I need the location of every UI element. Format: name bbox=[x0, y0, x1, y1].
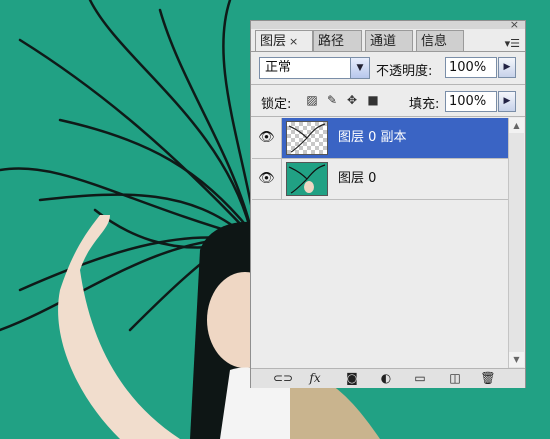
blend-mode-value: 正常 bbox=[265, 60, 292, 75]
trash-icon[interactable]: 🗑 bbox=[479, 371, 497, 386]
layers-list: 👁 图层 0 副本 👁 图层 0 bbox=[252, 118, 508, 368]
adjustment-icon[interactable]: ◐ bbox=[377, 371, 395, 386]
fill-label: 填充: bbox=[409, 97, 440, 112]
fill-field[interactable]: 100% bbox=[445, 91, 497, 112]
opacity-field[interactable]: 100% bbox=[445, 57, 497, 78]
panel-titlebar[interactable] bbox=[251, 21, 525, 29]
eye-icon[interactable]: 👁 bbox=[252, 118, 282, 158]
opacity-label: 不透明度: bbox=[376, 64, 433, 79]
layer-thumbnail bbox=[286, 162, 328, 196]
opacity-value: 100% bbox=[449, 60, 487, 75]
divider bbox=[251, 84, 525, 85]
lock-paint-icon[interactable]: ✎ bbox=[325, 93, 339, 107]
divider bbox=[251, 116, 525, 117]
layers-panel: × 图层 × 路径 通道 信息 ▾☰ 正常 ▼ 不透明度: 100% ▶ 锁定: … bbox=[250, 19, 526, 388]
eye-icon[interactable]: 👁 bbox=[252, 159, 282, 199]
chevron-down-icon[interactable]: ▼ bbox=[350, 58, 369, 78]
blend-mode-select[interactable]: 正常 ▼ bbox=[259, 57, 370, 79]
lock-position-icon[interactable]: ✥ bbox=[345, 93, 359, 107]
tab-close-icon[interactable]: × bbox=[289, 35, 298, 48]
panel-close-button[interactable]: × bbox=[510, 19, 519, 31]
tab-paths-label: 路径 bbox=[318, 34, 345, 49]
panel-menu-icon[interactable]: ▾☰ bbox=[505, 37, 520, 50]
panel-footer: ⊂⊃ fx ◙ ◐ ▭ ◫ 🗑 bbox=[251, 368, 525, 388]
fill-slider-button[interactable]: ▶ bbox=[498, 91, 516, 112]
opacity-slider-button[interactable]: ▶ bbox=[498, 57, 516, 78]
layer-row[interactable]: 👁 图层 0 bbox=[252, 159, 508, 200]
new-layer-icon[interactable]: ◫ bbox=[446, 371, 464, 386]
mask-icon[interactable]: ◙ bbox=[343, 371, 361, 386]
layer-name[interactable]: 图层 0 bbox=[338, 159, 376, 199]
tab-channels-label: 通道 bbox=[370, 34, 397, 49]
layer-name[interactable]: 图层 0 副本 bbox=[338, 118, 407, 158]
tab-channels[interactable]: 通道 bbox=[365, 30, 413, 51]
folder-icon[interactable]: ▭ bbox=[411, 371, 429, 386]
fx-icon[interactable]: fx bbox=[306, 371, 324, 386]
lock-transparent-icon[interactable]: ▨ bbox=[305, 93, 319, 107]
scroll-up-icon[interactable]: ▲ bbox=[509, 118, 524, 133]
tab-info-label: 信息 bbox=[421, 34, 448, 49]
link-icon[interactable]: ⊂⊃ bbox=[273, 371, 293, 386]
tab-layers-label: 图层 bbox=[260, 34, 287, 49]
layer-row-copy[interactable]: 👁 图层 0 副本 bbox=[252, 118, 508, 159]
scroll-down-icon[interactable]: ▼ bbox=[509, 352, 524, 367]
lock-all-icon[interactable]: ■ bbox=[366, 93, 380, 107]
layer-thumbnail bbox=[286, 121, 328, 155]
tab-layers[interactable]: 图层 × bbox=[255, 30, 313, 52]
layers-scrollbar[interactable]: ▲ ▼ bbox=[508, 118, 524, 368]
lock-label: 锁定: bbox=[261, 97, 292, 112]
fill-value: 100% bbox=[449, 94, 487, 109]
tab-info[interactable]: 信息 bbox=[416, 30, 464, 51]
tab-divider bbox=[251, 51, 525, 52]
tab-paths[interactable]: 路径 bbox=[313, 30, 362, 51]
